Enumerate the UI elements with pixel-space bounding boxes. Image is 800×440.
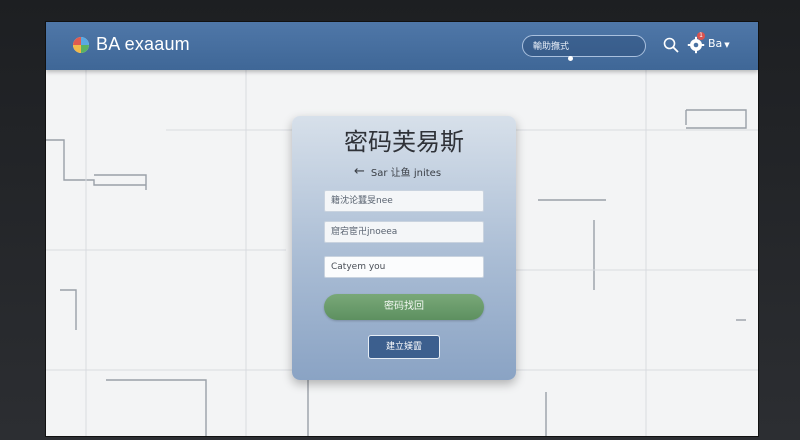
search-input[interactable]: 輸助撫式 (522, 35, 646, 61)
input-field-1-value: 籍沈论蠶旻nee (331, 196, 393, 206)
top-navigation-bar: BA exaaum 輸助撫式 1 Ba ▼ (46, 22, 758, 70)
notification-badge: 1 (697, 32, 705, 40)
arrow-left-icon: ← (354, 163, 365, 179)
input-field-1[interactable]: 籍沈论蠶旻nee (324, 190, 484, 212)
settings-button[interactable]: 1 (687, 32, 705, 54)
screen: BA exaaum 輸助撫式 1 Ba ▼ 密码芙易斯 ← Sar 让鱼 jni… (46, 22, 758, 436)
logo-icon (73, 37, 89, 53)
secondary-action-button[interactable]: 建立媄霝 (368, 335, 440, 359)
input-field-3[interactable]: Catyem you (324, 256, 484, 278)
card-title: 密码芙易斯 (344, 128, 464, 156)
recover-password-button[interactable]: 密码找回 (324, 294, 484, 320)
search-caret (568, 56, 573, 61)
search-icon[interactable] (662, 36, 680, 54)
chevron-down-icon: ▼ (724, 41, 730, 49)
user-menu[interactable]: Ba ▼ (708, 37, 730, 50)
back-label: Sar 让鱼 jnites (370, 168, 442, 179)
input-field-2-value: 窟宕宦卍jnoeea (331, 227, 398, 237)
input-field-2[interactable]: 窟宕宦卍jnoeea (324, 221, 484, 243)
back-link[interactable]: ← Sar 让鱼 jnites (354, 163, 442, 180)
input-field-3-value: Catyem you (331, 262, 386, 272)
password-recovery-card: 密码芙易斯 ← Sar 让鱼 jnites 籍沈论蠶旻nee 窟宕宦卍jnoee… (292, 116, 516, 380)
search-placeholder: 輸助撫式 (533, 42, 570, 52)
user-name: Ba (708, 37, 723, 50)
app-title: BA exaaum (96, 34, 190, 54)
